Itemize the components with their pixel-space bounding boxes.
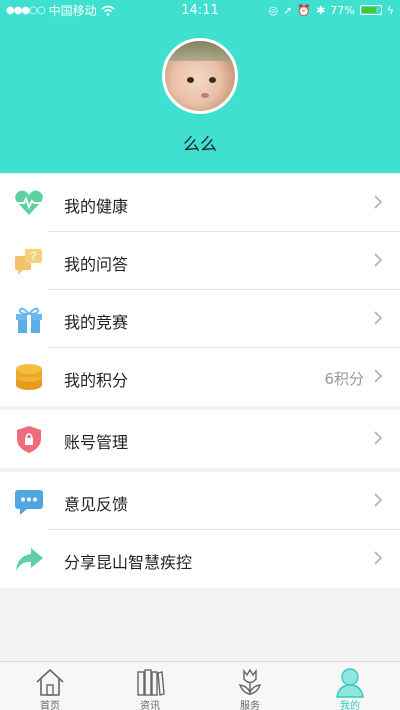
tab-mine[interactable]: 我的: [300, 662, 400, 710]
menu-item-feedback[interactable]: 意见反馈: [0, 472, 400, 530]
feedback-chat-icon: [15, 490, 43, 515]
chevron-right-icon: [374, 253, 383, 267]
tab-home[interactable]: 首页: [0, 662, 100, 710]
tab-label: 资讯: [140, 701, 160, 710]
menu-group-account: 账号管理: [0, 410, 400, 468]
avatar[interactable]: [162, 38, 238, 114]
chevron-right-icon: [374, 369, 383, 383]
tab-service[interactable]: 服务: [200, 662, 300, 710]
menu-item-share[interactable]: 分享昆山智慧疾控: [0, 530, 400, 588]
tulip-icon: [238, 668, 262, 695]
tab-news[interactable]: 资讯: [100, 662, 200, 710]
points-value: 6积分: [324, 370, 364, 388]
chevron-right-icon: [374, 431, 383, 445]
share-arrow-icon: [16, 548, 43, 571]
wifi-icon: [101, 5, 115, 16]
menu-item-health[interactable]: 我的健康: [0, 174, 400, 232]
menu-label: 我的问答: [64, 255, 129, 274]
chevron-right-icon: [374, 195, 383, 209]
location-icon: ➚: [283, 3, 293, 17]
menu-label: 我的健康: [64, 197, 129, 216]
charging-icon: ϟ: [386, 3, 394, 17]
battery-icon: [359, 5, 382, 15]
gift-icon: [16, 307, 42, 333]
svg-text:?: ?: [31, 250, 37, 263]
bluetooth-icon: ✱: [316, 3, 326, 17]
menu-item-competition[interactable]: 我的竞赛: [0, 290, 400, 348]
books-icon: [137, 669, 165, 696]
tab-label: 服务: [240, 701, 260, 710]
chevron-right-icon: [374, 551, 383, 565]
clock: 14:11: [181, 2, 219, 18]
shield-lock-icon: [17, 426, 41, 453]
status-bar: ●●●○○ 中国移动 14:11 ◎ ➚ ⏰ ✱ 77% ϟ: [0, 0, 400, 20]
coins-icon: [16, 364, 42, 390]
menu-item-account[interactable]: 账号管理: [0, 410, 400, 468]
lock-rotation-icon: ◎: [268, 3, 279, 17]
tab-label: 首页: [40, 701, 60, 710]
username: 么么: [183, 135, 217, 155]
chevron-right-icon: [374, 493, 383, 507]
question-chat-icon: ?: [15, 249, 42, 275]
person-icon: [336, 668, 364, 698]
menu-item-points[interactable]: 我的积分 6积分: [0, 348, 400, 406]
menu-item-qa[interactable]: ? 我的问答: [0, 232, 400, 290]
menu-group-other: 意见反馈 分享昆山智慧疾控: [0, 472, 400, 588]
menu-label: 意见反馈: [64, 495, 129, 514]
tab-label: 我的: [340, 701, 360, 710]
menu-group-personal: 我的健康 ? 我的问答 我的竞赛 我的积分 6积分: [0, 174, 400, 406]
alarm-icon: ⏰: [297, 3, 312, 17]
home-icon: [36, 668, 64, 696]
menu-label: 账号管理: [64, 433, 129, 452]
profile-header: 么么: [0, 0, 400, 173]
chevron-right-icon: [374, 311, 383, 325]
tab-bar: 首页 资讯 服务 我的: [0, 661, 400, 710]
menu-label: 我的竞赛: [64, 313, 129, 332]
menu-label: 我的积分: [64, 371, 129, 390]
battery-percent: 77%: [330, 3, 355, 17]
menu-label: 分享昆山智慧疾控: [64, 553, 193, 572]
signal-icon: ●●●○○: [6, 4, 46, 16]
carrier-label: 中国移动: [48, 3, 97, 18]
heart-pulse-icon: [15, 190, 43, 215]
